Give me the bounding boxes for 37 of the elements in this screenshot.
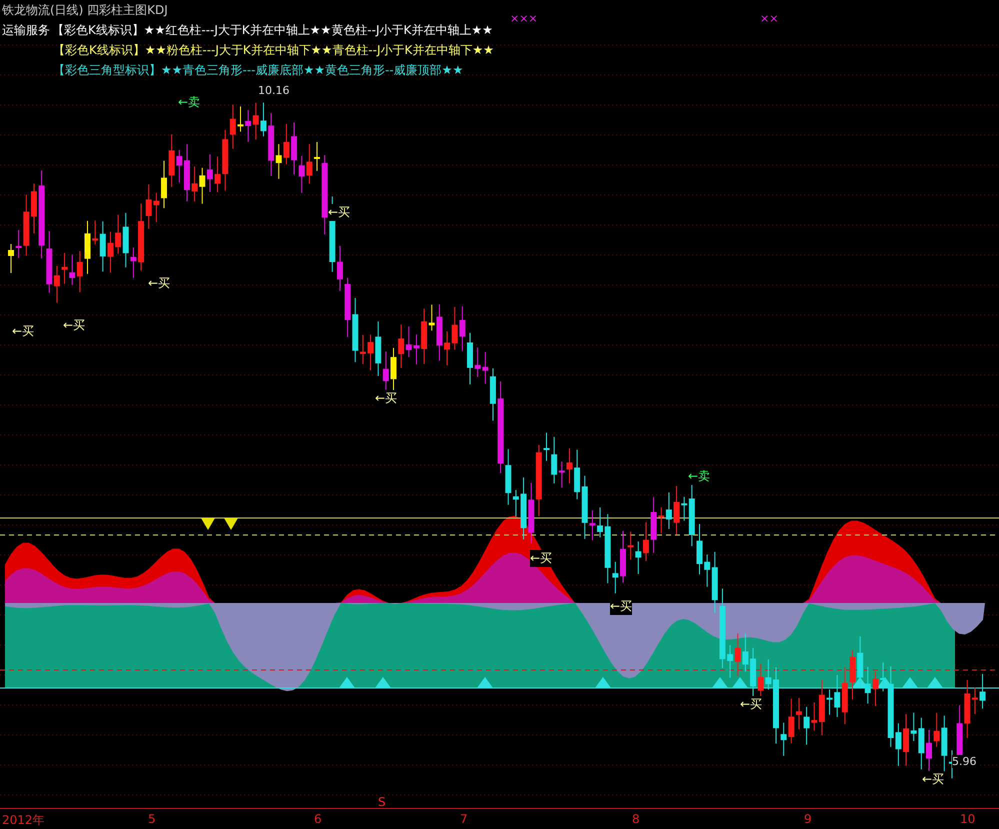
axis-marker: S (378, 795, 386, 809)
axis-label: 7 (460, 812, 468, 826)
candlestick (84, 220, 90, 274)
candlestick (544, 432, 550, 462)
candlestick (696, 523, 702, 575)
candlestick (620, 530, 626, 584)
sector-label: 运输服务 (2, 23, 50, 37)
candlestick (161, 160, 167, 209)
candlestick (980, 673, 986, 709)
signal-label: ←买 (610, 598, 632, 615)
signal-mark: ××× (510, 12, 538, 25)
candlestick (238, 106, 244, 132)
signal-label: ←买 (375, 390, 398, 407)
signal-label: ←卖 (178, 94, 200, 111)
candlestick (850, 650, 856, 700)
axis-label: 10 (960, 812, 976, 826)
signal-label: ←买 (328, 204, 350, 221)
axis-label: 8 (632, 812, 640, 826)
price-label: 10.16 (258, 84, 290, 97)
candlestick (467, 332, 473, 385)
chart-title: 铁龙物流(日线) 四彩柱主图KDJ (2, 3, 169, 17)
signal-mark: ×× (760, 12, 778, 25)
legend-text: 【彩色K线标识】★★粉色柱---J大于K并在中轴下★★青色柱--J小于K并在中轴下★★ (53, 43, 494, 57)
axis-label: 9 (804, 812, 812, 826)
triangle-marker-icon (201, 518, 215, 530)
candlestick (926, 729, 932, 774)
legend-text: 【彩色三角型标识】★★青色三角形---威廉底部★★黄色三角形--威廉顶部★★ (53, 63, 464, 77)
axis-label: 2012年 (2, 812, 45, 829)
candlestick (314, 142, 320, 172)
axis-label: 5 (148, 812, 156, 826)
legend-text: 【彩色K线标识】★★红色柱---J大于K并在中轴上★★黄色柱--J小于K并在中轴上★★ (52, 23, 493, 37)
signal-label: ←买 (530, 550, 552, 567)
axis-label: 6 (314, 812, 322, 826)
price-label: 5.96 (952, 755, 976, 768)
candlestick (8, 244, 14, 274)
triangle-marker-icon (224, 518, 238, 530)
signal-label: ←卖 (688, 468, 710, 485)
